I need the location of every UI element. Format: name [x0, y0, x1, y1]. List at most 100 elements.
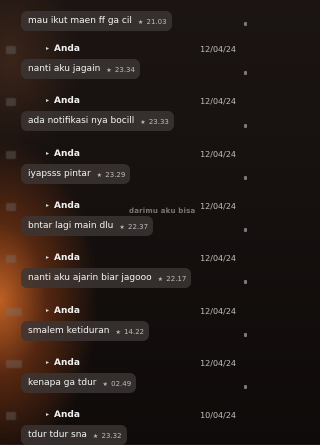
star-icon: ★: [106, 67, 112, 74]
scroll-mark: [244, 333, 247, 337]
star-icon: ★: [137, 19, 144, 26]
message-time: 22.17: [166, 275, 187, 283]
sender-name: Anda: [54, 358, 80, 368]
avatar: [6, 151, 16, 159]
message-text: ada notifikasi nya bocill: [28, 116, 135, 126]
message-text: nanti aku jagain: [28, 64, 101, 74]
message-header: ▸ Anda 12/04/24: [0, 200, 250, 216]
message-text: bntar lagi main dlu: [28, 221, 114, 231]
scroll-mark: [244, 124, 247, 128]
avatar: [6, 203, 16, 211]
message-text: mau ikut maen ff ga cil: [28, 16, 132, 26]
list-item[interactable]: ▸ Anda 12/04/24 nanti aku jagain ★ 23.34: [0, 43, 250, 83]
message-date: 12/04/24: [200, 359, 236, 368]
forward-arrow-icon: ▸: [46, 97, 50, 104]
message-time: 21.03: [146, 18, 167, 26]
message-text: smalem ketiduran: [28, 326, 110, 336]
message-header: ▸ Anda 12/04/24: [0, 148, 250, 164]
message-time: 02.49: [111, 380, 132, 388]
message-meta: ★ 02.49: [102, 373, 131, 390]
message-date: 12/04/24: [200, 150, 236, 159]
sender-name: Anda: [54, 306, 80, 316]
list-item[interactable]: ▸ Anda 12/04/24 kenapa ga tdur ★ 02.49: [0, 357, 250, 397]
star-icon: ★: [157, 276, 164, 283]
avatar: [6, 46, 16, 54]
message-meta: ★ 21.03: [138, 11, 167, 28]
scroll-mark: [244, 22, 247, 26]
list-item[interactable]: ▸ Anda 12/04/24 smalem ketiduran ★ 14.22: [0, 305, 250, 345]
scroll-mark: [244, 228, 247, 232]
message-header: ▸ Anda 12/04/24: [0, 95, 250, 111]
sender-name: Anda: [54, 96, 80, 106]
message-bubble[interactable]: kenapa ga tdur ★ 02.49: [21, 373, 137, 393]
message-time: 23.32: [101, 432, 122, 440]
message-date: 12/04/24: [200, 97, 236, 106]
avatar: [6, 412, 16, 420]
list-item[interactable]: ▸ Anda 10/04/24 tdur tdur sna ★ 23.32: [0, 409, 250, 445]
message-header: ▸ Anda 12/04/24: [0, 252, 250, 268]
message-bubble[interactable]: mau ikut maen ff ga cil ★ 21.03: [21, 11, 172, 31]
message-header: ▸ Anda 12/04/24: [0, 357, 250, 373]
forward-arrow-icon: ▸: [46, 202, 50, 209]
message-meta: ★ 14.22: [115, 321, 144, 338]
forward-arrow-icon: ▸: [46, 150, 50, 157]
starred-messages-list: mau ikut maen ff ga cil ★ 21.03 ▸ Anda 1…: [0, 0, 250, 445]
message-text: tdur tdur sna: [28, 430, 87, 440]
list-item[interactable]: ▸ Anda 12/04/24 bntar lagi main dlu ★ 22…: [0, 200, 250, 240]
message-text: iyapsss pintar: [28, 169, 91, 179]
message-header: ▸ Anda 12/04/24: [0, 305, 250, 321]
forward-arrow-icon: ▸: [46, 411, 50, 418]
message-date: 12/04/24: [200, 254, 236, 263]
message-header: ▸ Anda 12/04/24: [0, 43, 250, 59]
list-item[interactable]: mau ikut maen ff ga cil ★ 21.03: [0, 0, 250, 31]
avatar: [6, 308, 22, 316]
message-date: 12/04/24: [200, 202, 236, 211]
message-meta: ★ 23.29: [97, 164, 126, 181]
message-bubble[interactable]: iyapsss pintar ★ 23.29: [21, 164, 131, 184]
message-text: nanti aku ajarin biar jagooo: [28, 273, 152, 283]
message-header: ▸ Anda 10/04/24: [0, 409, 250, 425]
message-meta: ★ 23.34: [106, 59, 135, 76]
scroll-mark: [244, 71, 247, 75]
scroll-mark: [244, 176, 247, 180]
list-item[interactable]: ▸ Anda 12/04/24 ada notifikasi nya bocil…: [0, 95, 250, 135]
message-bubble[interactable]: smalem ketiduran ★ 14.22: [21, 321, 150, 341]
message-time: 14.22: [124, 328, 145, 336]
avatar: [6, 255, 16, 263]
sender-name: Anda: [54, 149, 80, 159]
message-time: 22.37: [128, 223, 149, 231]
message-meta: ★ 22.37: [119, 216, 148, 233]
star-icon: ★: [140, 119, 146, 126]
message-date: 12/04/24: [200, 307, 236, 316]
message-date: 12/04/24: [200, 45, 236, 54]
message-bubble[interactable]: ada notifikasi nya bocill ★ 23.33: [21, 111, 174, 131]
message-meta: ★ 23.33: [140, 111, 169, 128]
list-item[interactable]: ▸ Anda 12/04/24 iyapsss pintar ★ 23.29: [0, 148, 250, 188]
sender-name: Anda: [54, 201, 80, 211]
avatar: [6, 360, 22, 368]
scroll-mark: [244, 280, 247, 284]
message-bubble[interactable]: nanti aku ajarin biar jagooo ★ 22.17: [21, 268, 192, 288]
list-item[interactable]: ▸ Anda 12/04/24 nanti aku ajarin biar ja…: [0, 252, 250, 292]
message-time: 23.29: [105, 171, 126, 179]
message-bubble[interactable]: tdur tdur sna ★ 23.32: [21, 425, 127, 445]
message-bubble[interactable]: nanti aku jagain ★ 23.34: [21, 59, 140, 79]
forward-arrow-icon: ▸: [46, 254, 50, 261]
sender-name: Anda: [54, 253, 80, 263]
watermark-text: darimu aku bisa: [129, 207, 196, 215]
message-text: kenapa ga tdur: [28, 378, 97, 388]
message-bubble[interactable]: bntar lagi main dlu ★ 22.37: [21, 216, 154, 236]
forward-arrow-icon: ▸: [46, 45, 50, 52]
sender-name: Anda: [54, 410, 80, 420]
message-meta: ★ 23.32: [93, 425, 122, 442]
star-icon: ★: [115, 329, 121, 336]
message-meta: ★ 22.17: [158, 268, 187, 285]
forward-arrow-icon: ▸: [46, 359, 50, 366]
message-time: 23.34: [114, 66, 135, 74]
sender-name: Anda: [54, 44, 80, 54]
scroll-mark: [244, 385, 247, 389]
message-time: 23.33: [148, 118, 169, 126]
star-icon: ★: [102, 381, 108, 388]
forward-arrow-icon: ▸: [46, 307, 50, 314]
message-date: 10/04/24: [200, 411, 236, 420]
